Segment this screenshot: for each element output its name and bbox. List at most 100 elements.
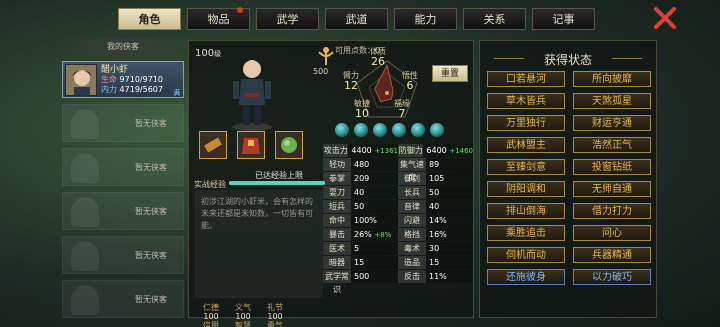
stat-value: 50 (351, 199, 398, 213)
stat-value: 14% (426, 213, 473, 227)
status-button[interactable]: 伺机而动 (487, 247, 565, 263)
stat-cell: 音律 40 (398, 199, 473, 213)
gem-slot-icon[interactable] (373, 123, 387, 137)
status-button[interactable]: 财运亨通 (573, 115, 651, 131)
status-button[interactable]: 所向披靡 (573, 71, 651, 87)
stat-value: 500 (351, 269, 398, 283)
status-button[interactable]: 投窗钻纸 (573, 159, 651, 175)
stat-row: 耍刀 40 长兵 50 (323, 185, 473, 199)
tab-items[interactable]: 物品 (187, 7, 250, 30)
stat-row: 医术 5 毒术 30 (323, 241, 473, 255)
stat-row: 短兵 50 音律 40 (323, 199, 473, 213)
gem-slot-icon[interactable] (354, 123, 368, 137)
tab-relations[interactable]: 关系 (463, 8, 526, 30)
stat-value: 11% (426, 269, 473, 283)
notification-dot (237, 7, 243, 13)
status-panel-title: 获得状态 (480, 51, 656, 68)
stat-cell: 长兵 50 (398, 185, 473, 199)
stat-key: 闪避 (398, 213, 426, 227)
stat-cell: 御剑 105 (398, 171, 473, 185)
stat-row: 暴击 26% +8% 格挡 16% (323, 227, 473, 241)
scroll-skill-icon[interactable] (199, 131, 227, 159)
status-button[interactable]: 至臻剑意 (487, 159, 565, 175)
stat-key: 医术 (323, 241, 351, 255)
status-button[interactable]: 万里独行 (487, 115, 565, 131)
stat-key: 格挡 (398, 227, 426, 241)
stat-value: 30 (426, 241, 473, 255)
character-figure (227, 55, 277, 131)
status-button[interactable]: 无师自通 (573, 181, 651, 197)
stat-cell: 防御力 6400 +1460 (398, 143, 473, 157)
virtue-name: 智慧 (235, 321, 251, 327)
stat-cell: 攻击力 4400 +1361 (323, 143, 398, 157)
status-button[interactable]: 排山倒海 (487, 203, 565, 219)
stat-key: 集气速度 (398, 157, 426, 182)
stat-key: 长兵 (398, 185, 426, 199)
status-button[interactable]: 兵器精通 (573, 247, 651, 263)
empty-hero-slot[interactable]: 暂无侠客 (62, 192, 184, 230)
tab-journal[interactable]: 记事 (532, 8, 595, 30)
status-button[interactable]: 阴阳调和 (487, 181, 565, 197)
status-button[interactable]: 草木皆兵 (487, 93, 565, 109)
gem-slot-icon[interactable] (335, 123, 349, 137)
stat-cell: 反击 11% (398, 269, 473, 283)
gem-slot-icon[interactable] (430, 123, 444, 137)
stat-value: 6400 +1460 (423, 143, 473, 157)
stat-cell: 造品 15 (398, 255, 473, 269)
exp-fill (229, 181, 325, 185)
character-panel: 100级 已达经验上限 实战经验 初涉江湖的小虾米，会有怎样的未来还都是未知数，… (188, 40, 474, 327)
empty-hero-slot[interactable]: 暂无侠客 (62, 148, 184, 186)
status-button[interactable]: 问心 (573, 225, 651, 241)
status-button[interactable]: 以力破巧 (573, 269, 651, 285)
stat-cell: 耍刀 40 (323, 185, 398, 199)
armor-skill-icon[interactable] (237, 131, 265, 159)
stat-minjie: 敏捷 10 (354, 99, 370, 120)
stat-row: 轻功 480 集气速度 89 (323, 157, 473, 182)
tab-character[interactable]: 角色 (118, 8, 181, 30)
status-button[interactable]: 口若悬河 (487, 71, 565, 87)
stat-cell: 暗器 15 (323, 255, 398, 269)
status-button[interactable]: 还施彼身 (487, 269, 565, 285)
stat-value: 15 (426, 255, 473, 269)
virtue-name: 礼节 (267, 303, 283, 312)
status-button[interactable]: 天煞孤星 (573, 93, 651, 109)
status-button[interactable]: 浩然正气 (573, 137, 651, 153)
tab-abilities[interactable]: 能力 (394, 8, 457, 30)
stat-key: 命中 (323, 213, 351, 227)
status-button[interactable]: 乘胜追击 (487, 225, 565, 241)
stat-cell: 毒术 30 (398, 241, 473, 255)
stat-row: 拳掌 209 御剑 105 (323, 171, 473, 185)
stat-row: 攻击力 4400 +1361 防御力 6400 +1460 (323, 143, 473, 157)
virtue-value: 100 (203, 312, 219, 321)
empty-hero-slot[interactable]: 暂无侠客 (62, 280, 184, 318)
tab-bar: 角色 物品 武学 武道 能力 关系 记事 (118, 7, 595, 32)
empty-hero-slot[interactable]: 暂无侠客 (62, 104, 184, 142)
virtue-name: 仁德 (203, 303, 219, 312)
stat-key: 反击 (398, 269, 426, 283)
stat-biili: 臂力 12 (343, 71, 359, 92)
empty-hero-slot[interactable]: 暂无侠客 (62, 236, 184, 274)
stat-value: 89 (426, 157, 473, 171)
virtue-value: 100 (267, 312, 283, 321)
hero-card-selected[interactable]: 醋小虾 生命 9710/9710 内力 4719/5607 (62, 61, 184, 98)
stat-value: 480 (351, 157, 398, 171)
stat-value: 50 (426, 185, 473, 199)
hero-avatar (65, 63, 97, 96)
tab-martial-way[interactable]: 武道 (325, 8, 388, 30)
herb-skill-icon[interactable] (275, 131, 303, 159)
status-button[interactable]: 武林盟主 (487, 137, 565, 153)
stat-value: 16% (426, 227, 473, 241)
virtue-name: 义气 (235, 303, 251, 312)
stat-cell: 武学常识 500 (323, 269, 398, 294)
stat-cell: 拳掌 209 (323, 171, 398, 185)
stat-value: 40 (426, 199, 473, 213)
close-icon[interactable] (653, 7, 677, 29)
tab-martial-arts[interactable]: 武学 (256, 8, 319, 30)
reset-button[interactable]: 重置 (432, 65, 468, 82)
status-button[interactable]: 借力打力 (573, 203, 651, 219)
hero-name: 醋小虾 (101, 64, 129, 75)
stat-cell: 医术 5 (323, 241, 398, 255)
virtue-name: 信用 (203, 321, 219, 327)
gem-slot-icon[interactable] (411, 123, 425, 137)
gem-slot-icon[interactable] (392, 123, 406, 137)
